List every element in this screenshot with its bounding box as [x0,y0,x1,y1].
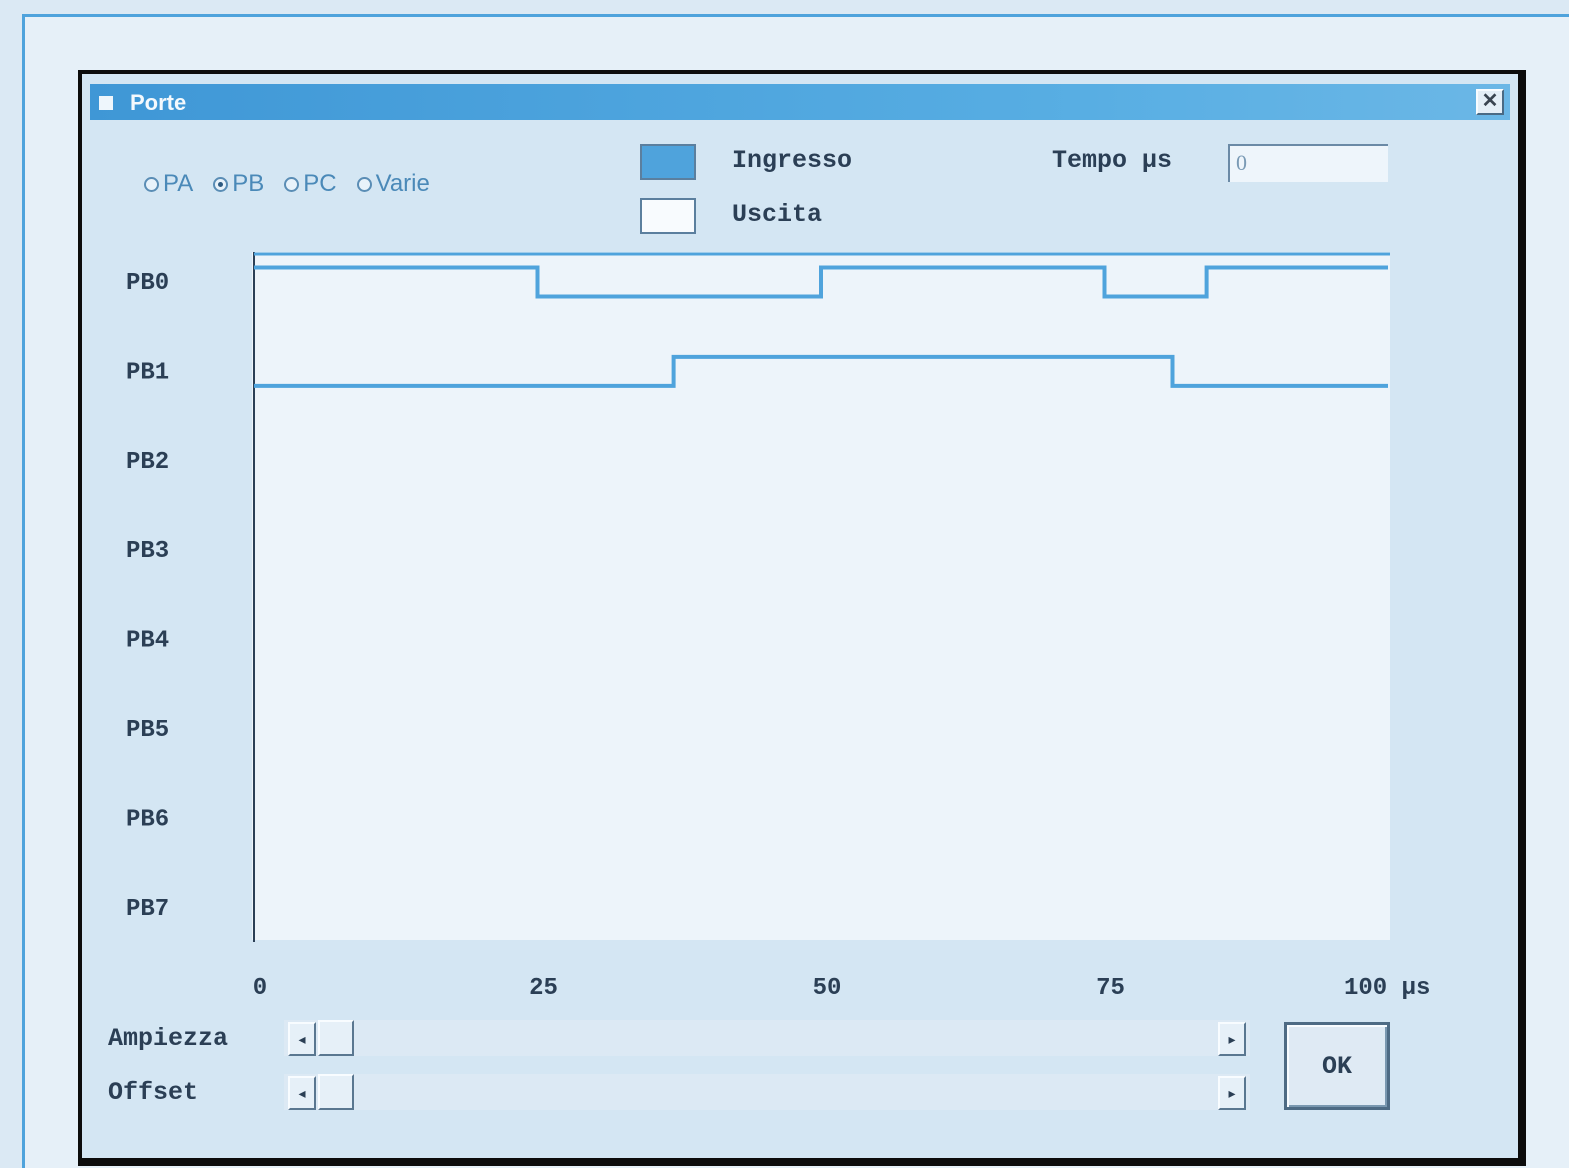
x-tick-label-75: 75 [1096,975,1125,1002]
channel-label-pb1: PB1 [126,359,169,386]
offset-scrollbar[interactable] [284,1074,1250,1110]
offset-thumb[interactable] [318,1074,354,1110]
x-tick-label-100-s: 100 µs [1344,975,1430,1002]
channel-label-pb6: PB6 [126,806,169,833]
x-tick-label-50: 50 [813,975,842,1002]
channel-label-pb3: PB3 [126,538,169,565]
ok-button[interactable]: OK [1284,1022,1390,1110]
channel-label-pb5: PB5 [126,717,169,744]
offset-left-arrow[interactable]: ◂ [288,1076,316,1110]
channel-label-pb0: PB0 [126,270,169,297]
channel-label-pb2: PB2 [126,449,169,476]
offset-label: Offset [108,1078,199,1107]
channel-label-pb7: PB7 [126,896,169,923]
amplitude-right-arrow[interactable]: ▸ [1218,1022,1246,1056]
channel-label-pb4: PB4 [126,628,169,655]
x-tick-label-0: 0 [253,975,267,1002]
amplitude-thumb[interactable] [318,1020,354,1056]
amplitude-scrollbar[interactable] [284,1020,1250,1056]
amplitude-left-arrow[interactable]: ◂ [288,1022,316,1056]
amplitude-label: Ampiezza [108,1024,229,1053]
porte-dialog: Porte ✕ PA PB PC Varie Ingresso Uscita T… [78,70,1526,1166]
timing-chart: PB0 PB1 PB2 PB3 PB4 PB5 PB6 PB7 0 25 50 75 100 µs [126,252,1430,1002]
x-tick-label-25: 25 [529,975,558,1002]
offset-right-arrow[interactable]: ▸ [1218,1076,1246,1110]
